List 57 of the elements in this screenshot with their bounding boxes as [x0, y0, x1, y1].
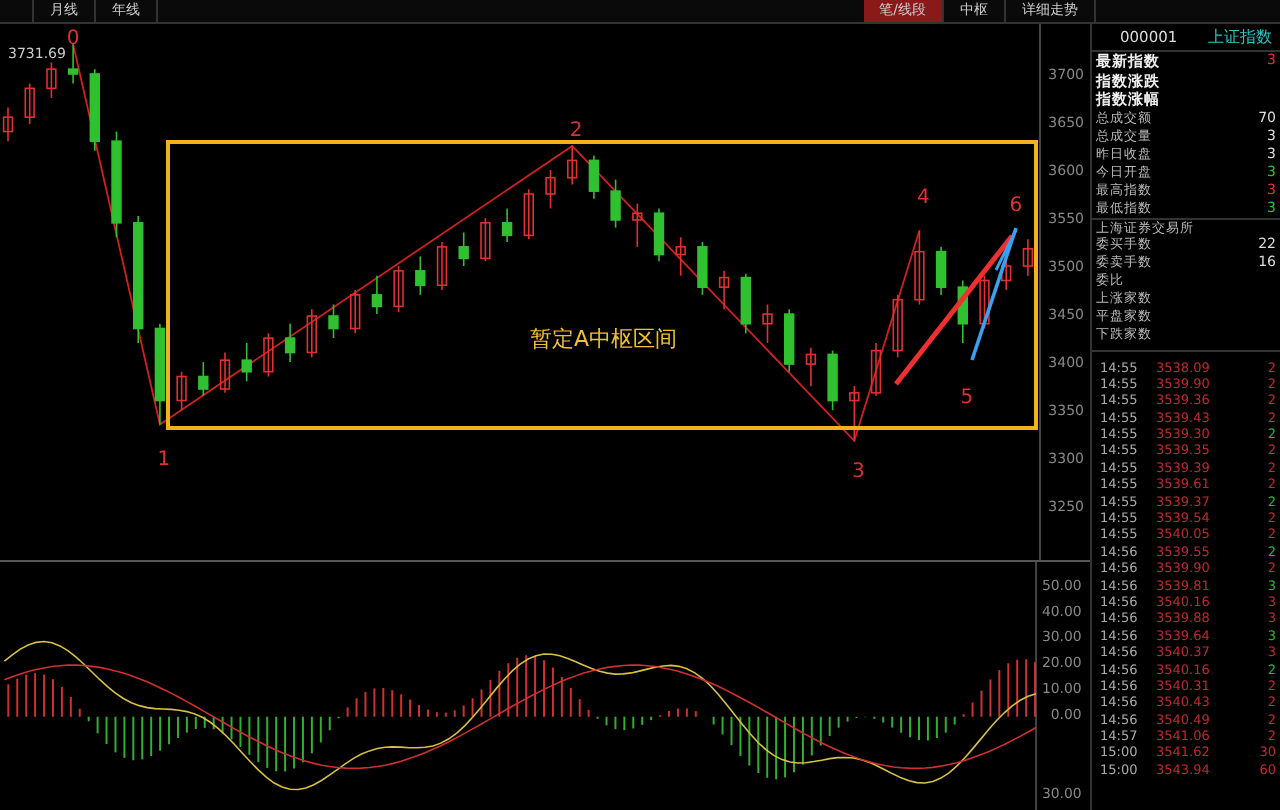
candle [198, 361, 209, 397]
candle [827, 349, 838, 411]
candle [588, 154, 600, 200]
candle [415, 255, 426, 296]
candle [154, 322, 166, 426]
candle [241, 342, 252, 383]
candle [480, 217, 491, 263]
candle [805, 346, 817, 387]
candle [328, 303, 339, 339]
candle [675, 236, 686, 277]
candle [545, 169, 556, 210]
candle [979, 274, 990, 330]
candle [458, 231, 469, 267]
candle [24, 82, 35, 125]
candle [284, 322, 296, 363]
candle [870, 342, 882, 397]
candle [762, 303, 773, 344]
candle [111, 130, 122, 239]
wave-label: 3 [851, 460, 865, 483]
candle [849, 385, 860, 442]
candle [740, 272, 751, 335]
wave-label: 2 [569, 120, 583, 142]
candle [219, 351, 231, 394]
candle [46, 61, 57, 99]
wave-label: 1 [157, 448, 171, 471]
zone-label: 暂定A中枢区间 [530, 326, 678, 352]
candle [914, 229, 925, 306]
candle [892, 294, 903, 359]
candle [784, 308, 795, 373]
candle [523, 188, 534, 240]
candle [89, 68, 100, 152]
candle [957, 279, 968, 344]
candle [1022, 238, 1034, 277]
candle [176, 370, 187, 411]
trend-line-pair [970, 227, 1018, 361]
wave-label: 6 [1009, 195, 1023, 218]
candle [718, 270, 730, 311]
wave-label: 4 [917, 186, 930, 209]
stock-name: 上证指数 [1208, 26, 1272, 48]
candle [697, 241, 708, 296]
candle [610, 178, 621, 229]
candle [371, 274, 383, 315]
candle [263, 332, 274, 378]
candle [67, 43, 79, 85]
candle [350, 289, 361, 335]
candle [306, 308, 317, 359]
candle [653, 207, 665, 263]
candle [501, 207, 513, 243]
candle [2, 106, 14, 142]
candle [393, 265, 404, 313]
candle [133, 215, 144, 344]
wave-label: 5 [960, 386, 974, 409]
candle [567, 145, 578, 186]
candle [935, 246, 947, 296]
candle [436, 241, 448, 291]
candle [632, 202, 643, 248]
wave-label: 0 [66, 28, 80, 50]
